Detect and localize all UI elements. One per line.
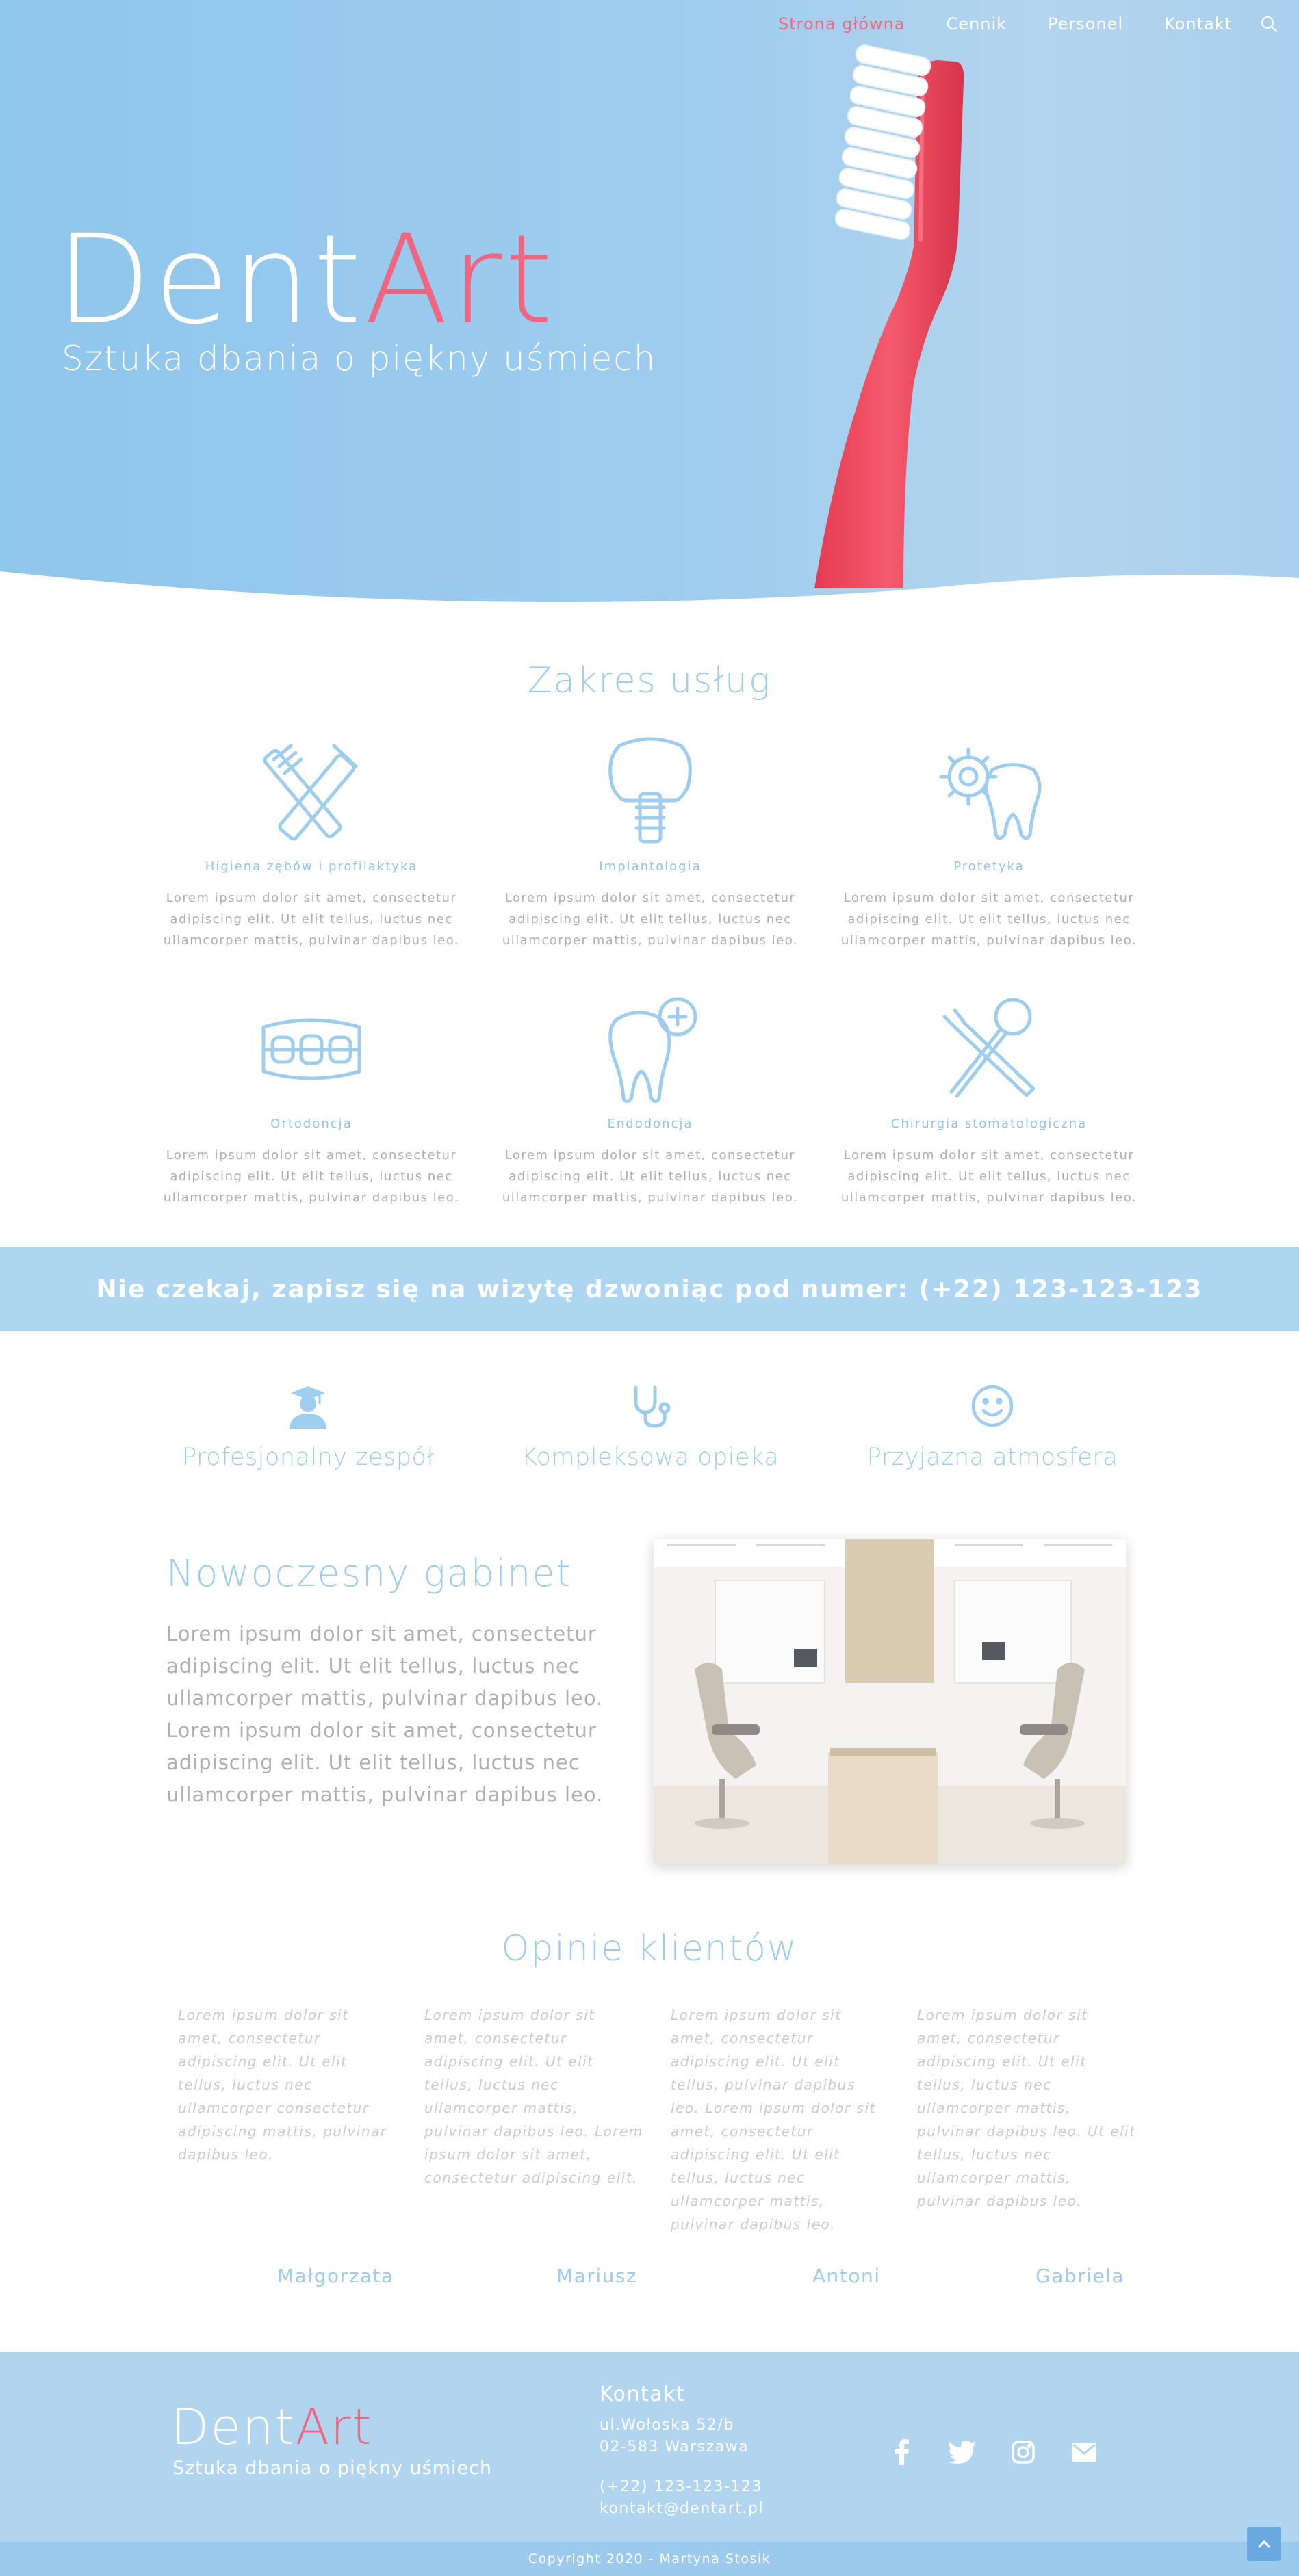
footer-brand-dent: Dent — [171, 2398, 296, 2456]
service-text: Lorem ipsum dolor sit amet, consectetur … — [502, 891, 799, 948]
service-text: Lorem ipsum dolor sit amet, consectetur … — [163, 891, 460, 948]
service-title: Higiena zębów i profilaktyka — [205, 859, 418, 874]
facebook-icon[interactable] — [886, 2437, 916, 2467]
review-text: Lorem ipsum dolor sit amet, consectetur … — [424, 2007, 643, 2186]
footer-tagline: Sztuka dbania o piękny uśmiech — [172, 2458, 493, 2479]
instagram-icon[interactable] — [1008, 2437, 1038, 2467]
service-text: Lorem ipsum dolor sit amet, consectetur … — [840, 891, 1137, 948]
reviewer-name: Gabriela — [1036, 2265, 1125, 2287]
smiley-icon — [971, 1385, 1014, 1427]
twitter-icon[interactable] — [947, 2437, 977, 2467]
tooth-gear-icon — [939, 747, 1042, 840]
features-row: Profesjonalny zespół Kompleksowa opieka … — [137, 1382, 1163, 1471]
service-text: Lorem ipsum dolor sit amet, consectetur … — [163, 1148, 460, 1205]
reviewer-name: Mariusz — [556, 2265, 638, 2287]
feature-item: Przyjazna atmosfera — [821, 1382, 1163, 1471]
service-card: Ortodoncja Lorem ipsum dolor sit amet, c… — [161, 989, 462, 1208]
service-card: Implantologia Lorem ipsum dolor sit amet… — [500, 732, 801, 951]
reviewer-name: Antoni — [812, 2265, 881, 2287]
call-to-action-bar: Nie czekaj, zapisz się na wizytę dzwonią… — [0, 1247, 1299, 1331]
search-icon[interactable] — [1255, 10, 1283, 38]
service-title: Endodoncja — [607, 1117, 693, 1131]
feature-item: Profesjonalny zespół — [137, 1382, 479, 1471]
implant-icon — [608, 737, 692, 844]
footer-address-line2: 02-583 Warszawa — [600, 2438, 749, 2456]
office-text: Lorem ipsum dolor sit amet, consectetur … — [166, 1622, 604, 1806]
nav-contact[interactable]: Kontakt — [1144, 14, 1252, 34]
toothbrush-toothpaste-icon — [263, 744, 358, 841]
footer-brand-art: Art — [295, 2398, 373, 2456]
main-nav: Strona główna Cennik Personel Kontakt — [758, 0, 1299, 48]
reviewer-names: Małgorzata Mariusz Antoni Gabriela — [0, 2265, 1299, 2292]
nav-home[interactable]: Strona główna — [758, 14, 926, 34]
footer-phone: (+22) 123-123-123 — [600, 2478, 762, 2495]
hero-brand-logo: DentArt — [56, 219, 556, 342]
service-title: Ortodoncja — [270, 1117, 352, 1131]
tooth-plus-icon — [608, 997, 697, 1103]
review-text: Lorem ipsum dolor sit amet, consectetur … — [917, 2007, 1136, 2209]
stethoscope-icon — [634, 1385, 671, 1428]
footer-address-line1: ul.Wołoska 52/b — [600, 2417, 734, 2434]
brand-dent: Dent — [56, 209, 365, 352]
nav-staff[interactable]: Personel — [1027, 14, 1144, 34]
service-title: Protetyka — [953, 859, 1025, 874]
feature-label: Profesjonalny zespół — [182, 1444, 434, 1471]
reviewer-name: Małgorzata — [277, 2265, 394, 2287]
graduate-icon — [290, 1386, 326, 1429]
dental-tools-icon — [942, 998, 1036, 1098]
braces-icon — [261, 1018, 361, 1080]
footer-brand-logo: DentArt — [171, 2398, 373, 2456]
chevron-up-icon — [1258, 2540, 1270, 2548]
feature-label: Przyjazna atmosfera — [866, 1444, 1118, 1471]
copyright-text: Copyright 2020 - Martyna Stosik — [528, 2551, 771, 2566]
office-title: Nowoczesny gabinet — [166, 1552, 572, 1595]
service-text: Lorem ipsum dolor sit amet, consectetur … — [840, 1148, 1137, 1205]
feature-item: Kompleksowa opieka — [479, 1382, 821, 1471]
review-text: Lorem ipsum dolor sit amet, consectetur … — [178, 2007, 387, 2163]
service-text: Lorem ipsum dolor sit amet, consectetur … — [502, 1148, 799, 1205]
footer: DentArt Sztuka dbania o piękny uśmiech K… — [0, 2352, 1299, 2542]
services-grid: Higiena zębów i profilaktyka Lorem ipsum… — [161, 732, 1140, 1247]
service-card: Endodoncja Lorem ipsum dolor sit amet, c… — [500, 989, 801, 1208]
copyright-bar: Copyright 2020 - Martyna Stosik — [0, 2542, 1299, 2576]
footer-email-link[interactable]: kontakt@dentart.pl — [600, 2500, 764, 2517]
service-title: Chirurgia stomatologiczna — [890, 1117, 1088, 1131]
service-card: Higiena zębów i profilaktyka Lorem ipsum… — [161, 732, 462, 951]
review-text: Lorem ipsum dolor sit amet, consectetur … — [671, 2007, 876, 2233]
social-links — [886, 2437, 1099, 2467]
cta-text: Nie czekaj, zapisz się na wizytę dzwonią… — [96, 1275, 1203, 1303]
service-card: Chirurgia stomatologiczna Lorem ipsum do… — [838, 989, 1140, 1208]
feature-label: Kompleksowa opieka — [521, 1444, 780, 1471]
reviews-title: Opinie klientów — [501, 1928, 798, 1969]
service-title: Implantologia — [599, 859, 702, 874]
service-card: Protetyka Lorem ipsum dolor sit amet, co… — [838, 732, 1140, 951]
hero-wave — [0, 571, 1299, 602]
brand-art: Art — [364, 209, 556, 352]
dental-office-photo — [654, 1539, 1126, 1864]
reviews-row: Lorem ipsum dolor sit amet, consectetur … — [178, 2003, 1136, 2236]
toothbrush-illustration — [814, 44, 964, 588]
hero-section: Strona główna Cennik Personel Kontakt De… — [0, 0, 1299, 602]
hero-tagline: Sztuka dbania o piękny uśmiech — [62, 339, 657, 378]
footer-contact-title: Kontakt — [600, 2382, 686, 2406]
services-title: Zakres usług — [527, 660, 772, 701]
nav-pricing[interactable]: Cennik — [926, 14, 1028, 34]
scroll-to-top-button[interactable] — [1247, 2527, 1281, 2561]
envelope-icon[interactable] — [1069, 2437, 1099, 2467]
